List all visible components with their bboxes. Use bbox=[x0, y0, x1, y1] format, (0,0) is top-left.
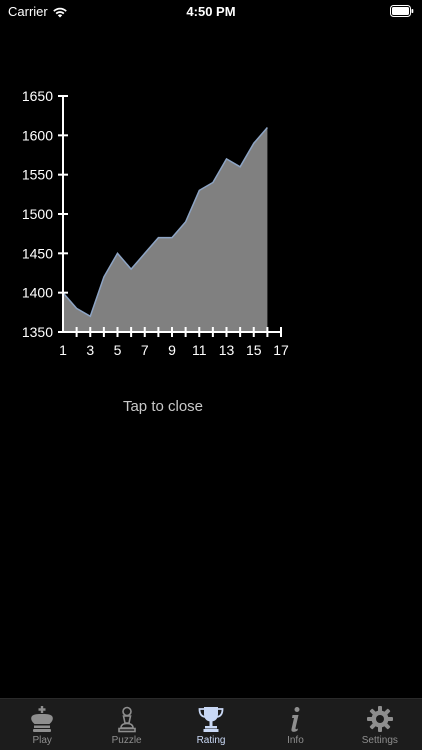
rating-area bbox=[63, 127, 268, 332]
rating-screen: Carrier 4:50 PM 1350 1400 1450 1500 1550 1600… bbox=[0, 0, 422, 750]
info-icon bbox=[291, 707, 300, 732]
y-tick-label: 1350 bbox=[22, 324, 53, 340]
y-tick-label: 1450 bbox=[22, 245, 53, 261]
x-tick-label: 9 bbox=[168, 342, 176, 358]
y-tick-label: 1500 bbox=[22, 206, 53, 222]
tab-bar: Play Puzzle Rating Info Settings bbox=[0, 698, 422, 750]
x-tick-label: 1 bbox=[59, 342, 67, 358]
x-tick-label: 13 bbox=[219, 342, 235, 358]
rating-chart-svg: 1350140014501500155016001650 1 3 5 7 9 11 13 15… bbox=[22, 88, 289, 358]
gear-icon bbox=[366, 706, 393, 732]
tab-settings-label: Settings bbox=[361, 735, 398, 746]
status-time: 4:50 PM bbox=[186, 4, 236, 19]
tab-info[interactable]: Info bbox=[253, 699, 337, 750]
x-tick-label: 11 bbox=[192, 342, 207, 358]
x-tick-label: 7 bbox=[141, 342, 149, 358]
tab-settings[interactable]: Settings bbox=[338, 699, 422, 750]
tab-puzzle-label: Puzzle bbox=[111, 735, 142, 746]
status-bar: Carrier 4:50 PM bbox=[0, 0, 422, 24]
tab-info-label: Info bbox=[287, 735, 304, 746]
battery-icon bbox=[390, 5, 414, 17]
y-tick-label: 1600 bbox=[22, 127, 53, 143]
tab-rating-label: Rating bbox=[196, 735, 226, 746]
y-ticks: 1350 1400 1450 1500 1550 1600 1650 bbox=[22, 88, 68, 340]
x-tick-label: 17 bbox=[273, 342, 289, 358]
rating-chart: 1350 1400 1450 1500 1550 1600 1650 1 3 5 7 9 11 13 15… bbox=[0, 80, 300, 370]
tab-play-label: Play bbox=[32, 735, 52, 746]
x-tick-label: 15 bbox=[246, 342, 262, 358]
y-tick-label: 1550 bbox=[22, 167, 53, 183]
y-tick-label: 1650 bbox=[22, 88, 53, 104]
pawn-icon bbox=[117, 706, 136, 733]
x-tick-label: 3 bbox=[86, 342, 94, 358]
king-icon bbox=[31, 706, 54, 732]
tab-play[interactable]: Play bbox=[0, 699, 84, 750]
tab-puzzle[interactable]: Puzzle bbox=[84, 699, 168, 750]
trophy-icon bbox=[198, 707, 224, 732]
tap-to-close-label[interactable]: Tap to close bbox=[0, 398, 326, 415]
tab-rating[interactable]: Rating bbox=[169, 699, 253, 750]
y-tick-label: 1400 bbox=[22, 285, 53, 301]
x-tick-label: 5 bbox=[114, 342, 122, 358]
